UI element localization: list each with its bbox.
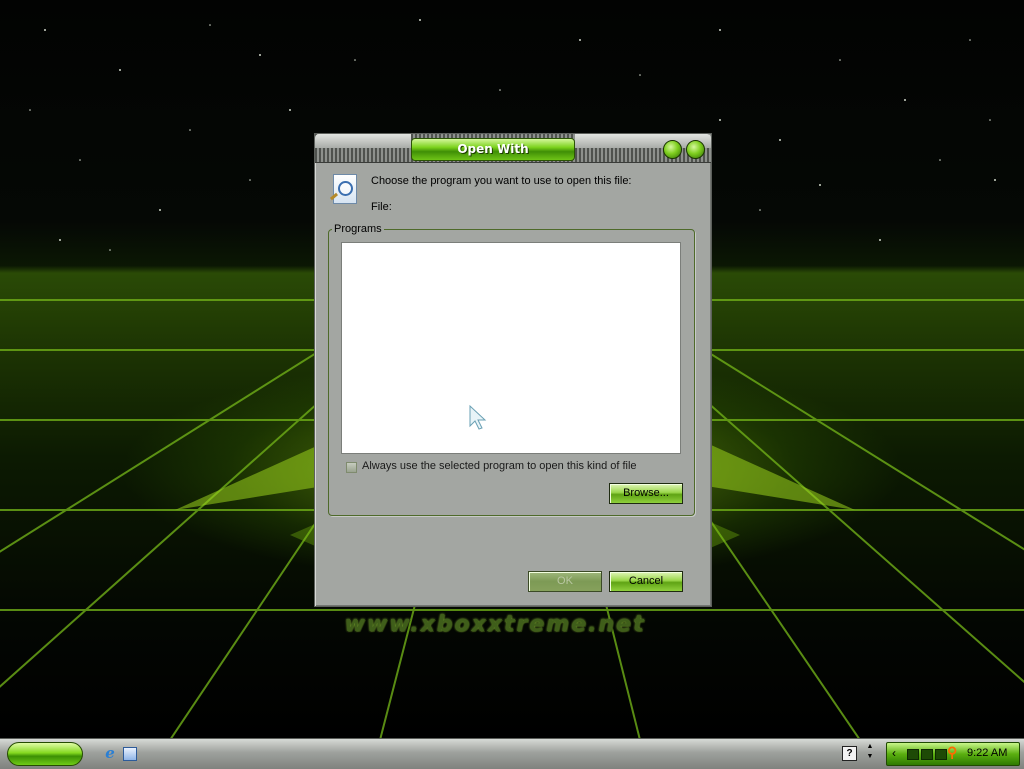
file-label: File: (371, 201, 392, 213)
prompt-text: Choose the program you want to use to op… (371, 175, 632, 187)
internet-explorer-icon[interactable]: e (102, 745, 118, 761)
file-search-icon (329, 174, 357, 204)
help-button[interactable] (663, 140, 682, 159)
tray-expand-icon[interactable]: ‹ (892, 746, 896, 760)
programs-group-label: Programs (332, 223, 384, 235)
clock[interactable]: 9:22 AM (967, 747, 1007, 759)
open-with-dialog: Open With Choose the program you want to… (314, 133, 712, 607)
cancel-button[interactable]: Cancel (609, 571, 683, 592)
help-icon[interactable]: ? (842, 746, 857, 761)
tray-network-icon[interactable] (907, 749, 919, 760)
browse-button[interactable]: Browse... (609, 483, 683, 504)
start-button[interactable] (7, 742, 83, 766)
always-use-label[interactable]: Always use the selected program to open … (362, 460, 637, 472)
taskbar: e ? ▲ ▼ ‹ ⚲ 9:22 AM (0, 738, 1024, 769)
tray-scroll-arrows-icon[interactable]: ▲ ▼ (865, 742, 875, 764)
title-bar[interactable]: Open With (315, 134, 711, 163)
show-desktop-icon[interactable] (123, 747, 137, 761)
tray-search-icon[interactable]: ⚲ (947, 744, 957, 761)
tray-volume-icon[interactable] (935, 749, 947, 760)
close-button[interactable] (686, 140, 705, 159)
watermark-text: www.xboxxtreme.net (344, 612, 646, 637)
always-use-checkbox[interactable] (346, 462, 357, 473)
mouse-cursor-icon (469, 404, 487, 430)
ok-button[interactable]: OK (528, 571, 602, 592)
programs-list[interactable] (341, 242, 681, 454)
tray-app-icon[interactable] (921, 749, 933, 760)
dialog-title: Open With (411, 138, 575, 161)
system-tray: ‹ ⚲ 9:22 AM (886, 742, 1020, 766)
